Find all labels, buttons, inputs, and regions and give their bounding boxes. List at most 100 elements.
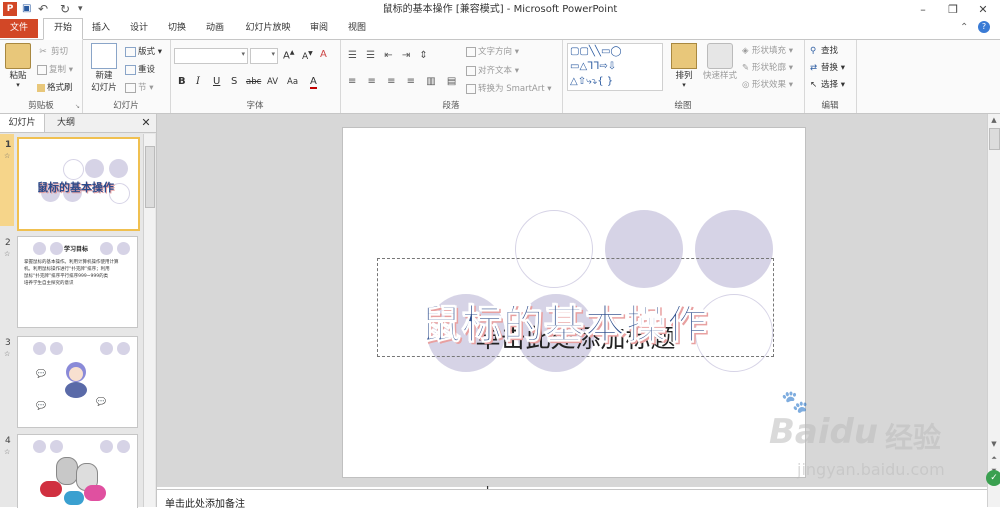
- tab-animations[interactable]: 动画: [200, 19, 230, 38]
- bold-button[interactable]: B: [178, 76, 186, 87]
- paste-dropdown-icon[interactable]: ▾: [5, 81, 31, 89]
- slide-thumbnail-2[interactable]: 学习目标 掌握鼠标的基本操作。利用计算机操作使用计算 机。利用鼠标操作进行“扑克…: [17, 236, 138, 328]
- arrange-button[interactable]: 排列 ▾: [669, 43, 699, 89]
- watermark-brand-a: Bai: [769, 412, 830, 452]
- panel-tabs: 幻灯片 大纲 ✕: [0, 114, 156, 133]
- font-name-combobox[interactable]: ▾: [174, 48, 248, 64]
- grow-font-label: A: [283, 50, 290, 62]
- shape-outline-button[interactable]: ✎ 形状轮廓 ▾: [742, 61, 793, 74]
- clear-formatting-button[interactable]: A: [320, 49, 327, 60]
- shape-fill-button[interactable]: ◈ 形状填充 ▾: [742, 44, 793, 57]
- slide-thumbnail-4[interactable]: [17, 434, 138, 508]
- scroll-up-icon[interactable]: ▲: [989, 116, 999, 126]
- slide-number: 3: [5, 338, 11, 348]
- circle-shape: [50, 242, 63, 255]
- watermark-brand: Baidu: [769, 412, 878, 452]
- tab-home[interactable]: 开始: [43, 18, 83, 40]
- font-color-button[interactable]: A: [310, 76, 317, 89]
- find-button[interactable]: ⚲ 查找: [810, 44, 838, 57]
- slide-canvas[interactable]: 单击此处添加标题 鼠标的基本操作: [343, 128, 805, 477]
- close-panel-button[interactable]: ✕: [138, 114, 154, 132]
- tab-view[interactable]: 视图: [342, 19, 372, 38]
- cut-button[interactable]: ✂ 剪切: [37, 45, 68, 58]
- save-icon[interactable]: ▣: [22, 2, 36, 16]
- fit-slide-icon[interactable]: ✓: [986, 470, 1000, 486]
- replace-button[interactable]: ⇄ 替换 ▾: [810, 61, 845, 74]
- slide-thumbnail-1[interactable]: 鼠标的基本操作: [17, 137, 140, 231]
- align-text-button[interactable]: 对齐文本 ▾: [466, 64, 519, 76]
- text-direction-button[interactable]: 文字方向 ▾: [466, 45, 519, 57]
- list-buttons[interactable]: ☰ ☰ ⇤ ⇥ ⇕: [348, 50, 431, 61]
- change-case-button[interactable]: Aa: [287, 77, 298, 87]
- slide-thumbnail-3[interactable]: 💬 💬 💬: [17, 336, 138, 428]
- tab-file[interactable]: 文件: [0, 19, 38, 38]
- tab-slides[interactable]: 幻灯片: [0, 114, 45, 132]
- scrollbar-thumb[interactable]: [989, 128, 1000, 150]
- copy-button[interactable]: 复制 ▾: [37, 63, 73, 75]
- select-button[interactable]: ↖ 选择 ▾: [810, 78, 845, 91]
- paragraph-group-label: 段落: [442, 101, 460, 111]
- speech-bubble-icon: 💬: [36, 401, 46, 410]
- tab-transitions[interactable]: 切换: [162, 19, 192, 38]
- tab-outline[interactable]: 大纲: [46, 114, 86, 132]
- scroll-down-icon[interactable]: ▼: [989, 440, 999, 450]
- text-shadow-button[interactable]: S: [231, 76, 237, 87]
- window-title: 鼠标的基本操作 [兼容模式] - Microsoft PowerPoint: [382, 4, 618, 15]
- dialog-launcher-icon[interactable]: ↘: [75, 103, 80, 110]
- minimize-ribbon-icon[interactable]: ⌃: [960, 22, 968, 33]
- close-button[interactable]: ✕: [968, 0, 998, 19]
- customize-quick-access-icon[interactable]: ▾: [78, 2, 92, 16]
- mouse-image: [40, 481, 62, 497]
- redo-icon[interactable]: ↻: [60, 2, 74, 16]
- circle-shape: [33, 242, 46, 255]
- powerpoint-app-icon[interactable]: P: [3, 2, 17, 16]
- title-bar: 鼠标的基本操作 [兼容模式] - Microsoft PowerPoint P …: [0, 0, 1000, 19]
- watermark-brand-b: du: [829, 412, 879, 452]
- align-buttons[interactable]: ≡ ≡ ≡ ≡ ▥ ▤: [348, 76, 460, 87]
- new-slide-button[interactable]: 新建 幻灯片: [86, 43, 122, 93]
- convert-smartart-button[interactable]: 转换为 SmartArt ▾: [466, 82, 552, 94]
- circle-shape: [50, 440, 63, 453]
- scrollbar-thumb[interactable]: [145, 146, 155, 208]
- undo-icon[interactable]: ↶: [38, 2, 52, 16]
- strikethrough-button[interactable]: abc: [246, 77, 261, 87]
- help-icon[interactable]: ?: [978, 21, 990, 33]
- italic-button[interactable]: I: [196, 76, 200, 87]
- underline-button[interactable]: U: [213, 76, 220, 87]
- character-spacing-button[interactable]: AV: [267, 77, 278, 87]
- format-painter-button[interactable]: 格式刷: [37, 81, 73, 93]
- shape-outline-label: 形状轮廓: [752, 63, 787, 73]
- section-button[interactable]: 节 ▾: [125, 81, 153, 93]
- tab-design[interactable]: 设计: [124, 19, 154, 38]
- tab-insert[interactable]: 插入: [86, 19, 116, 38]
- layout-button[interactable]: 版式 ▾: [125, 45, 162, 57]
- panel-scrollbar[interactable]: [143, 134, 155, 507]
- tab-slideshow[interactable]: 幻灯片放映: [240, 19, 296, 38]
- text-direction-label: 文字方向: [478, 47, 513, 57]
- shape-effects-button[interactable]: ◎ 形状效果 ▾: [742, 78, 793, 91]
- reset-button[interactable]: 重设: [125, 63, 155, 75]
- smartart-label: 转换为 SmartArt: [478, 84, 545, 94]
- notes-pane[interactable]: 单击此处添加备注: [157, 489, 987, 510]
- circle-shape: [33, 342, 46, 355]
- grow-font-button[interactable]: A▲: [283, 49, 294, 61]
- slide-editor: 单击此处添加标题 鼠标的基本操作 🐾 Baidu 经验 jingyan.baid…: [157, 114, 987, 497]
- vertical-scrollbar[interactable]: ▲ ▼ ⏶ ⏷ ✓: [986, 114, 1000, 507]
- previous-slide-icon[interactable]: ⏶: [989, 454, 999, 464]
- minimize-button[interactable]: –: [908, 0, 938, 19]
- ribbon: 粘贴 ▾ ✂ 剪切 复制 ▾ 格式刷 剪贴板 ↘ 新建 幻灯片 版式 ▾ 重设 节…: [0, 40, 1000, 114]
- drawing-group-label: 绘图: [674, 101, 692, 111]
- maximize-button[interactable]: ❐: [938, 0, 968, 19]
- quick-styles-button[interactable]: 快速样式: [702, 43, 738, 81]
- font-size-combobox[interactable]: ▾: [250, 48, 278, 64]
- shapes-gallery[interactable]: ▢▢╲╲▭◯ ▭△ᒣᒣ⇨⇩ △⇧⤷⤵{ }: [567, 43, 663, 91]
- scissors-icon: ✂: [39, 46, 47, 57]
- paste-button[interactable]: 粘贴 ▾: [5, 43, 31, 89]
- wordart-title[interactable]: 鼠标的基本操作: [421, 292, 708, 350]
- section-label: 节: [138, 83, 147, 93]
- slide-number: 4: [5, 436, 11, 446]
- group-editing: ⚲ 查找 ⇄ 替换 ▾ ↖ 选择 ▾ 编辑: [804, 40, 857, 113]
- shrink-font-button[interactable]: A▼: [302, 50, 313, 62]
- tab-review[interactable]: 审阅: [304, 19, 334, 38]
- thumbnail-title: 鼠标的基本操作: [37, 181, 114, 194]
